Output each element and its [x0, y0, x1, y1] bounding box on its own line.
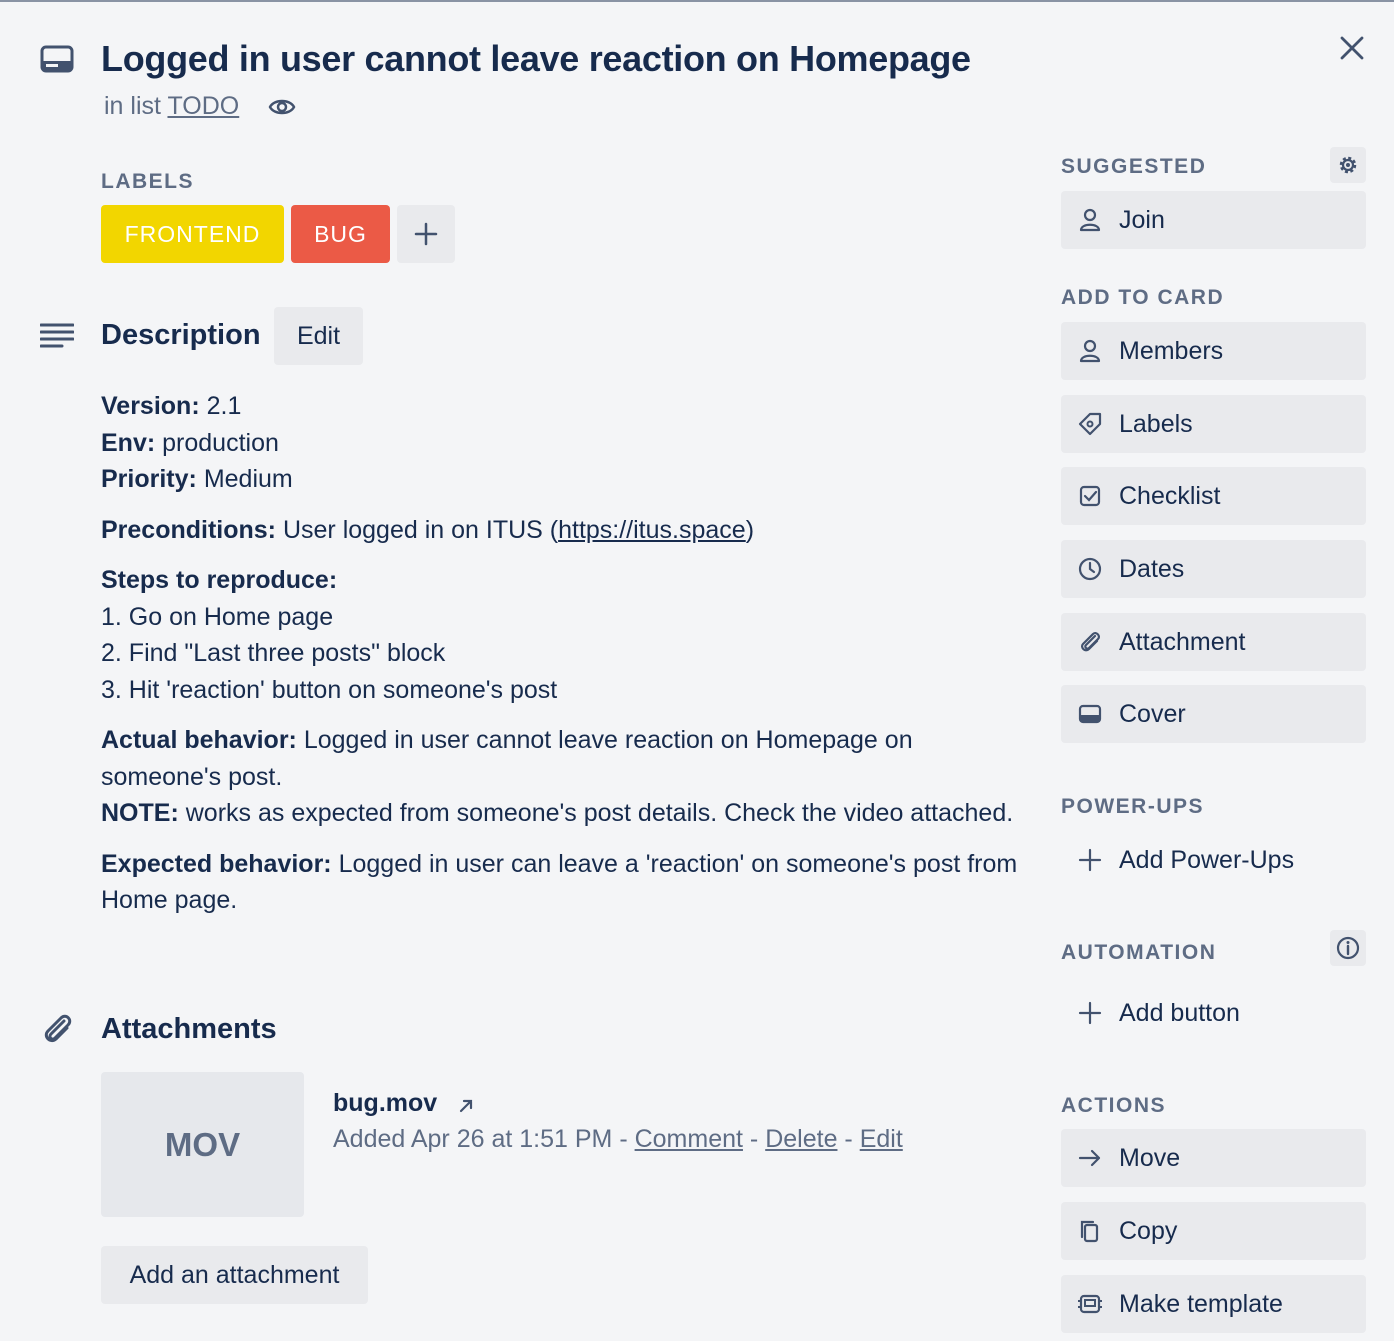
join-label: Join: [1119, 205, 1165, 234]
plus-icon: [1078, 1001, 1102, 1025]
add-attachment-button[interactable]: Add an attachment: [101, 1246, 368, 1304]
priority-value: Medium: [203, 465, 293, 493]
step-item: 2. Find "Last three posts" block: [101, 639, 446, 667]
move-label: Move: [1119, 1143, 1181, 1172]
separator: -: [749, 1125, 759, 1153]
meta-block: Version: 2.1 Env: production Priority: M…: [101, 388, 1021, 498]
template-icon: [1078, 1294, 1102, 1314]
attachment-added: Added Apr 26 at 1:51 PM: [333, 1125, 613, 1153]
note-key: NOTE:: [101, 799, 179, 827]
gear-icon: [1339, 156, 1357, 174]
cover-button[interactable]: Cover: [1061, 685, 1366, 743]
priority-key: Priority:: [101, 465, 197, 493]
copy-label: Copy: [1119, 1216, 1178, 1245]
expected-key: Expected behavior:: [101, 849, 332, 878]
automation-info-button[interactable]: [1330, 930, 1366, 966]
step-item: 3. Hit 'reaction' button on someone's po…: [101, 675, 558, 704]
checklist-label: Checklist: [1119, 481, 1221, 510]
step-item: 1. Go on Home page: [101, 602, 334, 631]
add-button-button[interactable]: Add button: [1061, 984, 1240, 1042]
paperclip-icon: [1081, 632, 1100, 652]
person-icon: [1079, 339, 1101, 363]
dates-label: Dates: [1119, 554, 1185, 583]
cover-label: Cover: [1119, 699, 1186, 728]
preconditions-key: Preconditions:: [101, 515, 277, 544]
label-frontend[interactable]: FRONTEND: [101, 205, 284, 263]
card-list-info: in list TODO: [104, 92, 239, 121]
edit-description-button[interactable]: Edit: [274, 307, 363, 365]
top-border: [0, 0, 1394, 2]
copy-icon: [1080, 1220, 1099, 1243]
person-icon: [1079, 208, 1101, 232]
power-ups-heading: POWER-UPS: [1061, 795, 1205, 818]
attachments-heading: Attachments: [101, 1013, 277, 1045]
description-heading: Description: [101, 319, 261, 351]
card-title[interactable]: Logged in user cannot leave reaction on …: [101, 38, 971, 80]
separator: -: [619, 1125, 628, 1153]
labels-button[interactable]: Labels: [1061, 395, 1366, 453]
eye-icon[interactable]: [268, 95, 296, 119]
labels-heading: LABELS: [101, 170, 194, 193]
move-button[interactable]: Move: [1061, 1129, 1366, 1187]
labels-label: Labels: [1119, 409, 1193, 438]
attachment-label: Attachment: [1119, 627, 1246, 656]
env-value: production: [162, 428, 279, 457]
cover-icon: [1078, 704, 1102, 724]
make-template-button[interactable]: Make template: [1061, 1275, 1366, 1333]
note-text: works as expected from someone's post de…: [185, 799, 1014, 827]
add-to-card-heading: ADD TO CARD: [1061, 286, 1225, 309]
add-power-ups-button[interactable]: Add Power-Ups: [1061, 831, 1294, 889]
description-body[interactable]: Version: 2.1 Env: production Priority: M…: [101, 388, 1021, 933]
copy-button[interactable]: Copy: [1061, 1202, 1366, 1260]
tag-icon: [1078, 412, 1102, 436]
members-button[interactable]: Members: [1061, 322, 1366, 380]
card-icon: [40, 45, 74, 73]
attachment-thumbnail[interactable]: MOV: [101, 1072, 304, 1217]
external-link-icon[interactable]: [456, 1096, 476, 1116]
actions-heading: ACTIONS: [1061, 1094, 1166, 1117]
members-label: Members: [1119, 336, 1224, 365]
attachment-delete-link[interactable]: Delete: [765, 1125, 837, 1153]
attachment-edit-link[interactable]: Edit: [860, 1125, 903, 1153]
preconditions: Preconditions: User logged in on ITUS (h…: [101, 512, 1021, 549]
preconditions-text: User logged in on ITUS (: [282, 515, 559, 544]
plus-icon: [414, 222, 438, 246]
attachment-meta: Added Apr 26 at 1:51 PM - Comment - Dele…: [333, 1125, 903, 1154]
info-icon: [1336, 936, 1360, 960]
clock-icon: [1078, 557, 1102, 581]
steps-key: Steps to reproduce:: [101, 566, 338, 594]
automation-heading: AUTOMATION: [1061, 941, 1217, 964]
paperclip-icon: [44, 1014, 72, 1043]
suggested-heading: SUGGESTED: [1061, 155, 1207, 178]
description-icon: [40, 323, 74, 348]
checklist-button[interactable]: Checklist: [1061, 467, 1366, 525]
dates-button[interactable]: Dates: [1061, 540, 1366, 598]
add-label-button[interactable]: [397, 205, 455, 263]
make-template-label: Make template: [1119, 1289, 1283, 1318]
steps-block: Steps to reproduce: 1. Go on Home page 2…: [101, 562, 1021, 708]
env-key: Env:: [101, 428, 156, 457]
add-button-label: Add button: [1119, 998, 1240, 1027]
plus-icon: [1078, 848, 1102, 872]
join-button[interactable]: Join: [1061, 191, 1366, 249]
list-link[interactable]: TODO: [167, 92, 239, 120]
suggested-settings-button[interactable]: [1330, 147, 1366, 183]
attachment-name[interactable]: bug.mov: [333, 1089, 437, 1118]
actual-key: Actual behavior:: [101, 726, 297, 754]
version-key: Version:: [101, 392, 200, 420]
separator: -: [844, 1125, 853, 1153]
attachment-comment-link[interactable]: Comment: [635, 1125, 743, 1153]
add-power-ups-label: Add Power-Ups: [1119, 845, 1295, 874]
version-value: 2.1: [206, 392, 242, 420]
arrow-right-icon: [1078, 1149, 1101, 1167]
close-icon[interactable]: [1334, 30, 1370, 66]
expected-behavior: Expected behavior: Logged in user can le…: [101, 846, 1021, 919]
actual-behavior: Actual behavior: Logged in user cannot l…: [101, 722, 1021, 832]
checklist-icon: [1079, 485, 1101, 507]
itus-link[interactable]: https://itus.space: [558, 516, 746, 544]
label-bug[interactable]: BUG: [291, 205, 390, 263]
in-list-prefix: in list: [104, 92, 161, 120]
attachment-button[interactable]: Attachment: [1061, 613, 1366, 671]
preconditions-close: ): [745, 515, 755, 544]
